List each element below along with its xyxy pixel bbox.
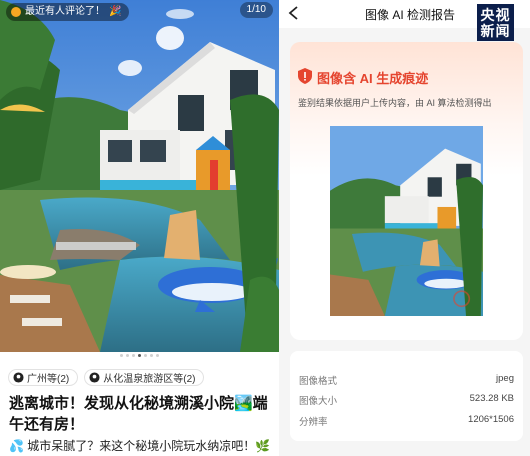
villa-pool-scene (330, 126, 483, 316)
cctv-news-watermark: 央视 新闻 (477, 4, 514, 41)
carousel-dot[interactable] (156, 354, 159, 357)
post-panel: 最近有人评论了！ 🎉 1/10 广州等(2) 从化温泉旅游区等(2) 逃离城市！… (0, 0, 279, 456)
meta-row-size: 图像大小 523.28 KB (299, 393, 514, 407)
page-title: 图像 AI 检测报告 (365, 8, 456, 22)
meta-row-format: 图像格式 jpeg (299, 373, 514, 387)
ai-report-panel: 图像 AI 检测报告 央视 新闻 图像含 AI 生成痕迹 鉴别结果依据用户上传内… (279, 0, 530, 456)
meta-key: 图像格式 (299, 376, 338, 387)
recent-comment-text: 最近有人评论了！ (25, 6, 105, 17)
location-tag[interactable]: 广州等(2) (8, 369, 79, 386)
post-hero-image[interactable]: 最近有人评论了！ 🎉 1/10 (0, 0, 279, 352)
carousel-dot[interactable] (138, 354, 141, 357)
warning-shield-icon (298, 68, 312, 84)
carousel-dot[interactable] (150, 354, 153, 357)
location-pin-icon (89, 372, 100, 383)
analyzed-image-thumbnail[interactable] (330, 126, 483, 316)
image-metadata: 图像格式 jpeg 图像大小 523.28 KB 分辨率 1206*1506 (290, 351, 523, 441)
meta-value: jpeg (496, 373, 514, 384)
watermark-line-2: 新闻 (480, 23, 511, 39)
location-tags: 广州等(2) 从化温泉旅游区等(2) (8, 369, 205, 386)
party-icon: 🎉 (109, 6, 122, 17)
location-tag-label: 从化温泉旅游区等(2) (103, 374, 196, 385)
location-tag[interactable]: 从化温泉旅游区等(2) (84, 369, 205, 386)
meta-row-resolution: 分辨率 1206*1506 (299, 414, 514, 428)
meta-key: 分辨率 (299, 417, 328, 428)
detection-heading: 图像含 AI 生成痕迹 (317, 71, 429, 86)
recent-comment-badge[interactable]: 最近有人评论了！ 🎉 (6, 3, 130, 21)
image-counter: 1/10 (239, 2, 273, 18)
watermark-line-1: 央视 (480, 7, 511, 23)
location-tag-label: 广州等(2) (27, 374, 70, 385)
location-pin-icon (13, 372, 24, 383)
meta-value: 1206*1506 (468, 414, 514, 425)
detection-result-card: 图像含 AI 生成痕迹 鉴别结果依据用户上传内容，由 AI 算法检测得出 (290, 42, 523, 340)
post-title: 逃离城市！发现从化秘境溯溪小院🏞️端午还有房！ (9, 395, 268, 433)
carousel-dot[interactable] (132, 354, 135, 357)
carousel-dot[interactable] (126, 354, 129, 357)
avatar (11, 7, 21, 17)
back-arrow-icon[interactable] (287, 5, 301, 21)
carousel-dot[interactable] (144, 354, 147, 357)
carousel-dot[interactable] (120, 354, 123, 357)
meta-key: 图像大小 (299, 396, 338, 407)
detection-subtext: 鉴别结果依据用户上传内容，由 AI 算法检测得出 (298, 98, 492, 108)
meta-value: 523.28 KB (469, 393, 514, 404)
carousel-indicator[interactable] (0, 354, 279, 360)
villa-pool-scene (0, 0, 279, 352)
post-description: 💦 城市呆腻了？来这个秘境小院玩水纳凉吧！🌿 (9, 439, 271, 453)
